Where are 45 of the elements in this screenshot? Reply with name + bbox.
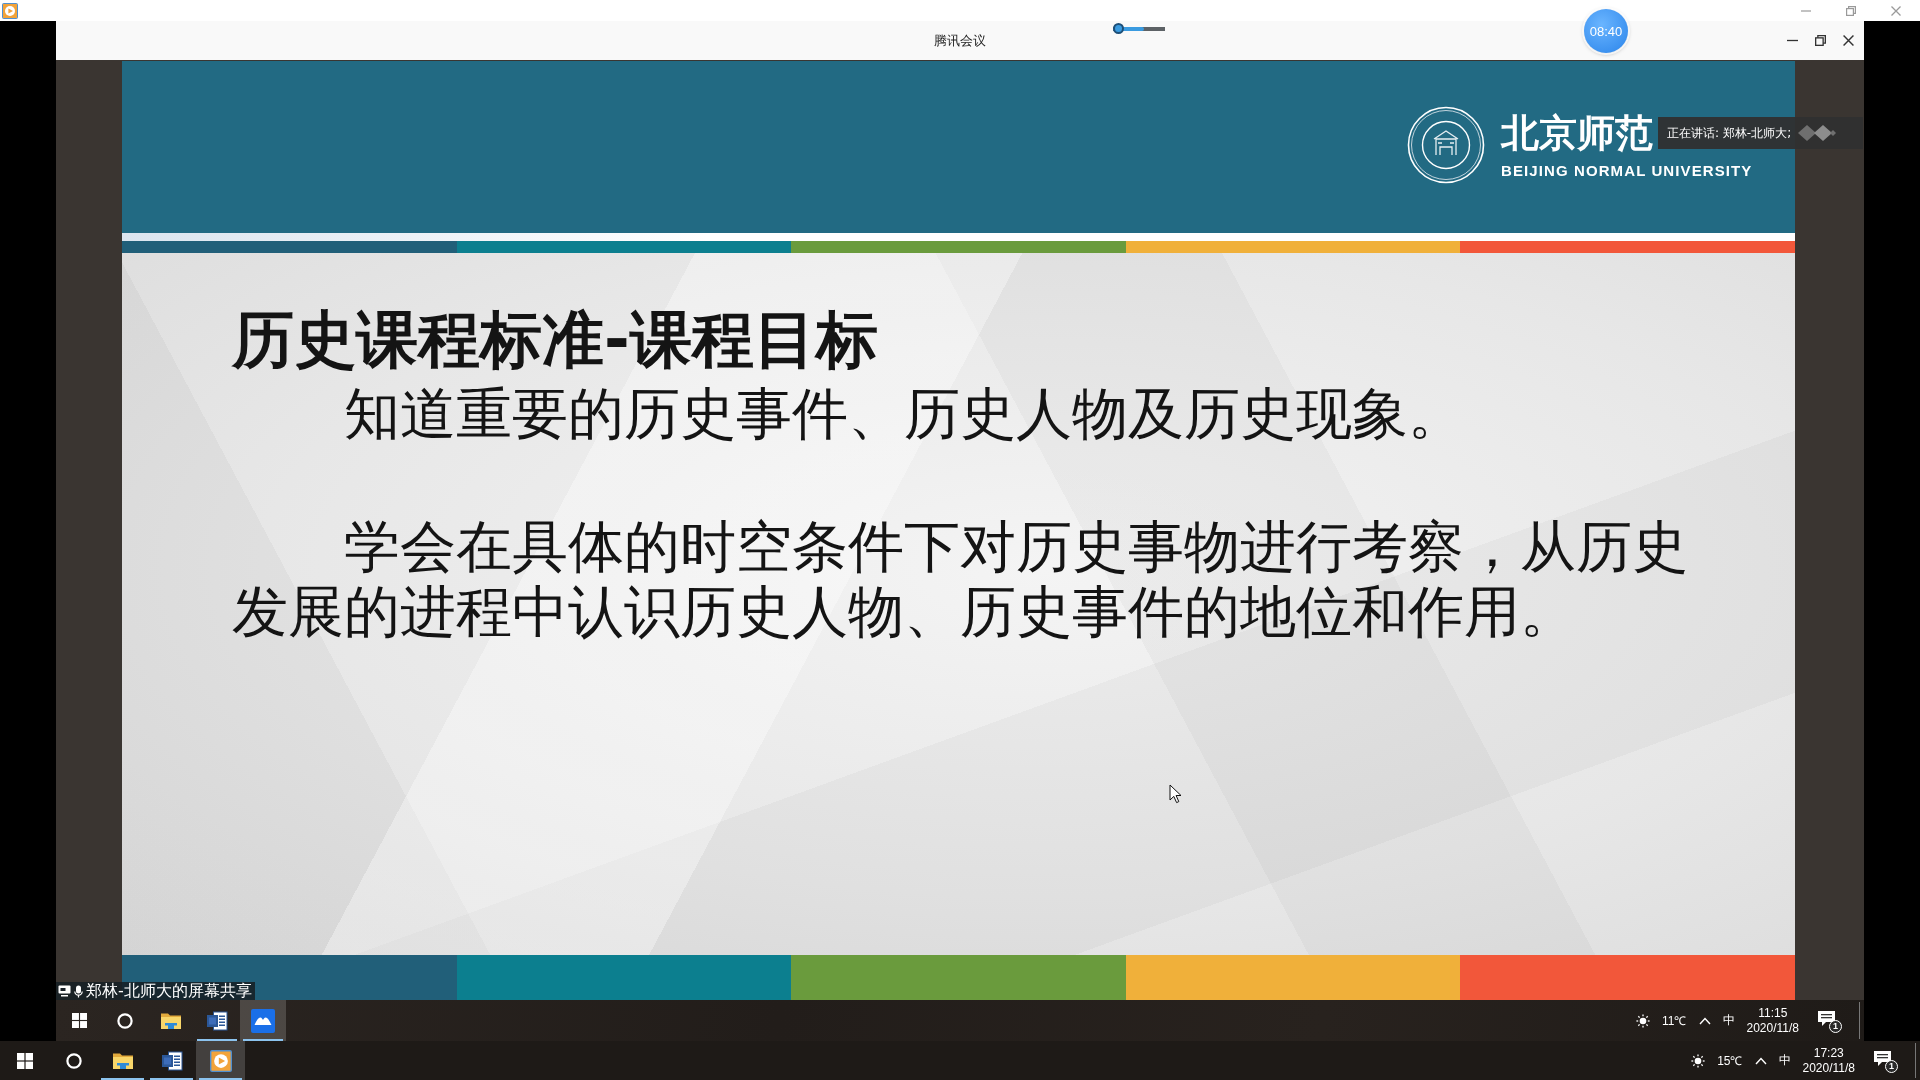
document-icon <box>206 1010 228 1031</box>
mouse-pointer-icon <box>1169 784 1182 804</box>
windows-icon <box>71 1013 87 1028</box>
slide-paragraph: 知道重要的历史事件、历史人物及历史现象。 <box>343 381 1465 446</box>
restore-icon[interactable] <box>1815 35 1826 46</box>
clock-time[interactable]: 17:23 <box>1813 1045 1844 1061</box>
slide-title: 历史课程标准-课程目标 <box>232 304 878 376</box>
sun-icon <box>1691 1053 1706 1068</box>
sun-icon <box>1636 1013 1651 1028</box>
logo-english-text: BEIJING NORMAL UNIVERSITY <box>1501 162 1753 180</box>
folder-icon <box>111 1051 134 1070</box>
slider-thumb[interactable] <box>1113 23 1124 34</box>
clock-date[interactable]: 2020/11/8 <box>1802 1060 1855 1076</box>
clock-date[interactable]: 2020/11/8 <box>1746 1020 1799 1036</box>
taskbar-button[interactable] <box>196 1041 245 1080</box>
chevron-up-icon[interactable] <box>1698 1016 1711 1025</box>
taskbar-button[interactable] <box>240 1000 286 1041</box>
timer-badge: 08:40 <box>1584 9 1628 53</box>
notification-count: 1 <box>1829 1019 1842 1033</box>
notification-count: 1 <box>1885 1059 1898 1073</box>
ring-icon <box>65 1052 82 1069</box>
document-icon <box>160 1050 183 1071</box>
input-method-indicator[interactable]: 中 <box>1778 1052 1791 1069</box>
window-title: 腾讯会议 <box>934 31 986 50</box>
logo-chinese-text: 北京师范 <box>1501 109 1653 157</box>
notification-icon[interactable] <box>1873 1049 1893 1068</box>
university-seal-icon <box>1407 106 1485 184</box>
notification-icon[interactable] <box>1817 1009 1837 1028</box>
close-icon[interactable] <box>1843 35 1854 46</box>
peaks-logo-icon <box>251 1008 275 1033</box>
ring-icon <box>117 1012 133 1029</box>
share-label-text: 郑林-北师大的屏幕共享 <box>86 982 252 1000</box>
diamonds-logo-icon <box>1797 124 1838 142</box>
folder-icon <box>160 1011 182 1030</box>
speaker-text: 正在讲话: 郑林-北师大; <box>1667 124 1792 142</box>
clock-time[interactable]: 11:15 <box>1758 1005 1788 1021</box>
slider-track[interactable] <box>1113 23 1165 34</box>
play-icon <box>209 1049 232 1072</box>
microphone-icon <box>74 984 83 998</box>
weather-temperature[interactable]: 15℃ <box>1717 1052 1743 1069</box>
input-method-indicator[interactable]: 中 <box>1722 1012 1735 1029</box>
slide-paragraph: 学会在具体的时空条件下对历史事物进行考察，从历史发展的进程中认识历史人物、历史事件的地位和作用。 <box>232 514 1689 644</box>
weather-temperature[interactable]: 11℃ <box>1662 1012 1687 1029</box>
windows-icon <box>16 1052 33 1069</box>
chevron-up-icon[interactable] <box>1754 1056 1767 1065</box>
